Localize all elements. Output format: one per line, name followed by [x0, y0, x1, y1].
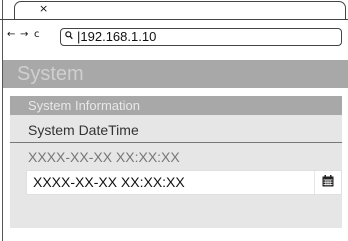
window-frame-left — [2, 0, 3, 241]
datetime-input-value[interactable]: XXXX-XX-XX XX:XX:XX — [33, 174, 185, 191]
tab-close-icon[interactable]: × — [39, 3, 48, 15]
forward-icon[interactable]: → — [20, 28, 28, 42]
back-icon[interactable]: ← — [7, 28, 15, 42]
system-header: System — [3, 60, 348, 88]
search-icon — [65, 31, 73, 43]
system-information-panel: System Information System DateTime XXXX-… — [10, 96, 342, 228]
calendar-button[interactable] — [314, 171, 341, 194]
page-title: System — [17, 63, 84, 85]
reload-icon[interactable]: c — [34, 28, 40, 42]
section-title: System DateTime — [28, 122, 139, 138]
panel-header: System Information — [10, 96, 342, 115]
current-datetime: XXXX-XX-XX XX:XX:XX — [28, 149, 180, 165]
section-divider — [10, 142, 342, 143]
browser-tab[interactable]: × — [14, 1, 346, 20]
toolbar-divider — [0, 19, 348, 20]
panel-title: System Information — [28, 98, 140, 113]
datetime-input[interactable]: XXXX-XX-XX XX:XX:XX — [26, 170, 342, 195]
calendar-icon[interactable] — [322, 174, 334, 192]
address-bar[interactable]: |192.168.1.10 — [60, 28, 342, 46]
address-text[interactable]: |192.168.1.10 — [77, 29, 156, 45]
